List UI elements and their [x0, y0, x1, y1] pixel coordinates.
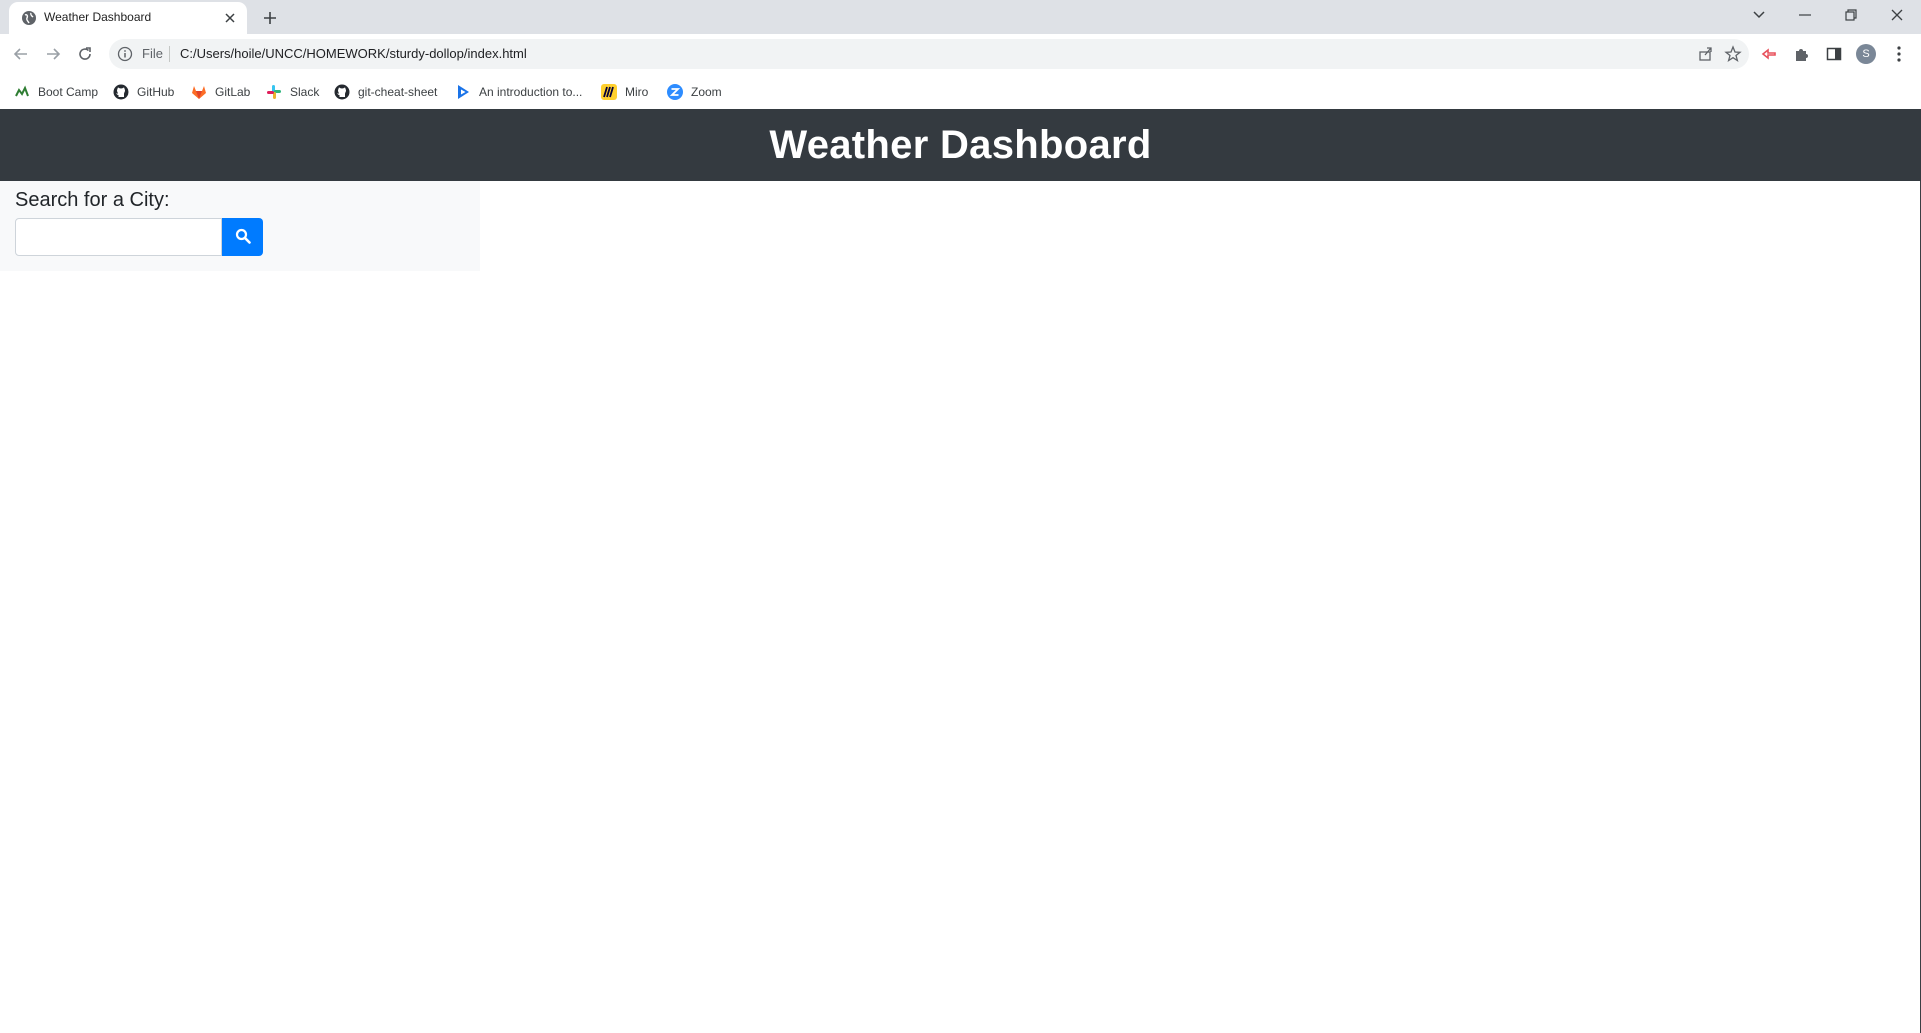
bookmark-an-introduction[interactable]: An introduction to... [455, 83, 582, 101]
page-title: Weather Dashboard [769, 122, 1152, 167]
tab-strip: Weather Dashboard [0, 0, 1921, 34]
back-arrow-icon[interactable] [8, 41, 34, 67]
reload-icon[interactable] [72, 41, 98, 67]
side-panel-icon[interactable] [1823, 43, 1845, 65]
bookmark-label: GitLab [215, 85, 251, 99]
github-icon [113, 84, 129, 100]
slack-icon [266, 84, 282, 100]
app-header: Weather Dashboard [0, 109, 1921, 181]
profile-avatar[interactable]: S [1856, 44, 1876, 64]
bookmark-gitlab[interactable]: GitLab [191, 83, 250, 101]
bookmark-label: Miro [625, 85, 649, 99]
tab-title: Weather Dashboard [44, 10, 152, 24]
search-button[interactable] [222, 218, 263, 256]
gitlab-icon [191, 84, 207, 100]
bookmark-git-cheat-sheet[interactable]: git-cheat-sheet [334, 83, 437, 101]
bookmark-label: git-cheat-sheet [358, 85, 438, 99]
restore-icon[interactable] [1828, 0, 1873, 30]
share-icon[interactable] [1697, 45, 1715, 63]
bookmark-label: Boot Camp [38, 85, 99, 99]
address-bar[interactable]: File C:/Users/hoile/UNCC/HOMEWORK/sturdy… [109, 39, 1749, 69]
puzzle-extensions-icon[interactable] [1790, 43, 1812, 65]
bookmark-slack[interactable]: Slack [266, 83, 319, 101]
tab-search-chevron-icon[interactable] [1736, 0, 1781, 30]
forward-arrow-icon[interactable] [40, 41, 66, 67]
bookmarks-bar: Boot Camp GitHub GitLab Slack git-cheat-… [0, 74, 1921, 109]
browser-window: Weather Dashboard File C:/Users/hoile/UN… [0, 0, 1921, 1033]
site-info-icon[interactable] [117, 46, 133, 62]
play-icon [455, 84, 471, 100]
tab-weather-dashboard[interactable]: Weather Dashboard [9, 2, 247, 34]
minimize-icon[interactable] [1782, 0, 1827, 30]
github-icon [334, 84, 350, 100]
bookmark-github[interactable]: GitHub [113, 83, 174, 101]
new-tab-icon[interactable] [259, 7, 281, 29]
search-panel: Search for a City: [0, 181, 480, 271]
page-viewport: Weather Dashboard Search for a City: [0, 109, 1921, 1033]
miro-icon [601, 84, 617, 100]
address-divider [169, 46, 170, 62]
browser-toolbar: File C:/Users/hoile/UNCC/HOMEWORK/sturdy… [0, 34, 1921, 74]
bookmark-miro[interactable]: Miro [601, 83, 648, 101]
address-scheme-label: File [142, 46, 163, 61]
bookmark-label: Slack [290, 85, 320, 99]
kebab-menu-icon[interactable] [1888, 43, 1910, 65]
zoom-icon [667, 84, 683, 100]
bookmark-label: Zoom [691, 85, 722, 99]
close-window-icon[interactable] [1874, 0, 1919, 30]
bookmark-boot-camp[interactable]: Boot Camp [14, 83, 98, 101]
search-icon [235, 228, 251, 247]
globe-icon [21, 10, 37, 26]
city-search-input[interactable] [15, 218, 222, 256]
bookmark-zoom[interactable]: Zoom [667, 83, 722, 101]
close-tab-icon[interactable] [221, 9, 239, 27]
bookmark-star-icon[interactable] [1724, 45, 1742, 63]
bootcamp-icon [14, 84, 30, 100]
address-url[interactable]: C:/Users/hoile/UNCC/HOMEWORK/sturdy-doll… [180, 46, 527, 61]
extension-icon[interactable] [1758, 43, 1780, 65]
search-label: Search for a City: [15, 189, 170, 211]
bookmark-label: An introduction to... [479, 85, 583, 99]
bookmark-label: GitHub [137, 85, 175, 99]
